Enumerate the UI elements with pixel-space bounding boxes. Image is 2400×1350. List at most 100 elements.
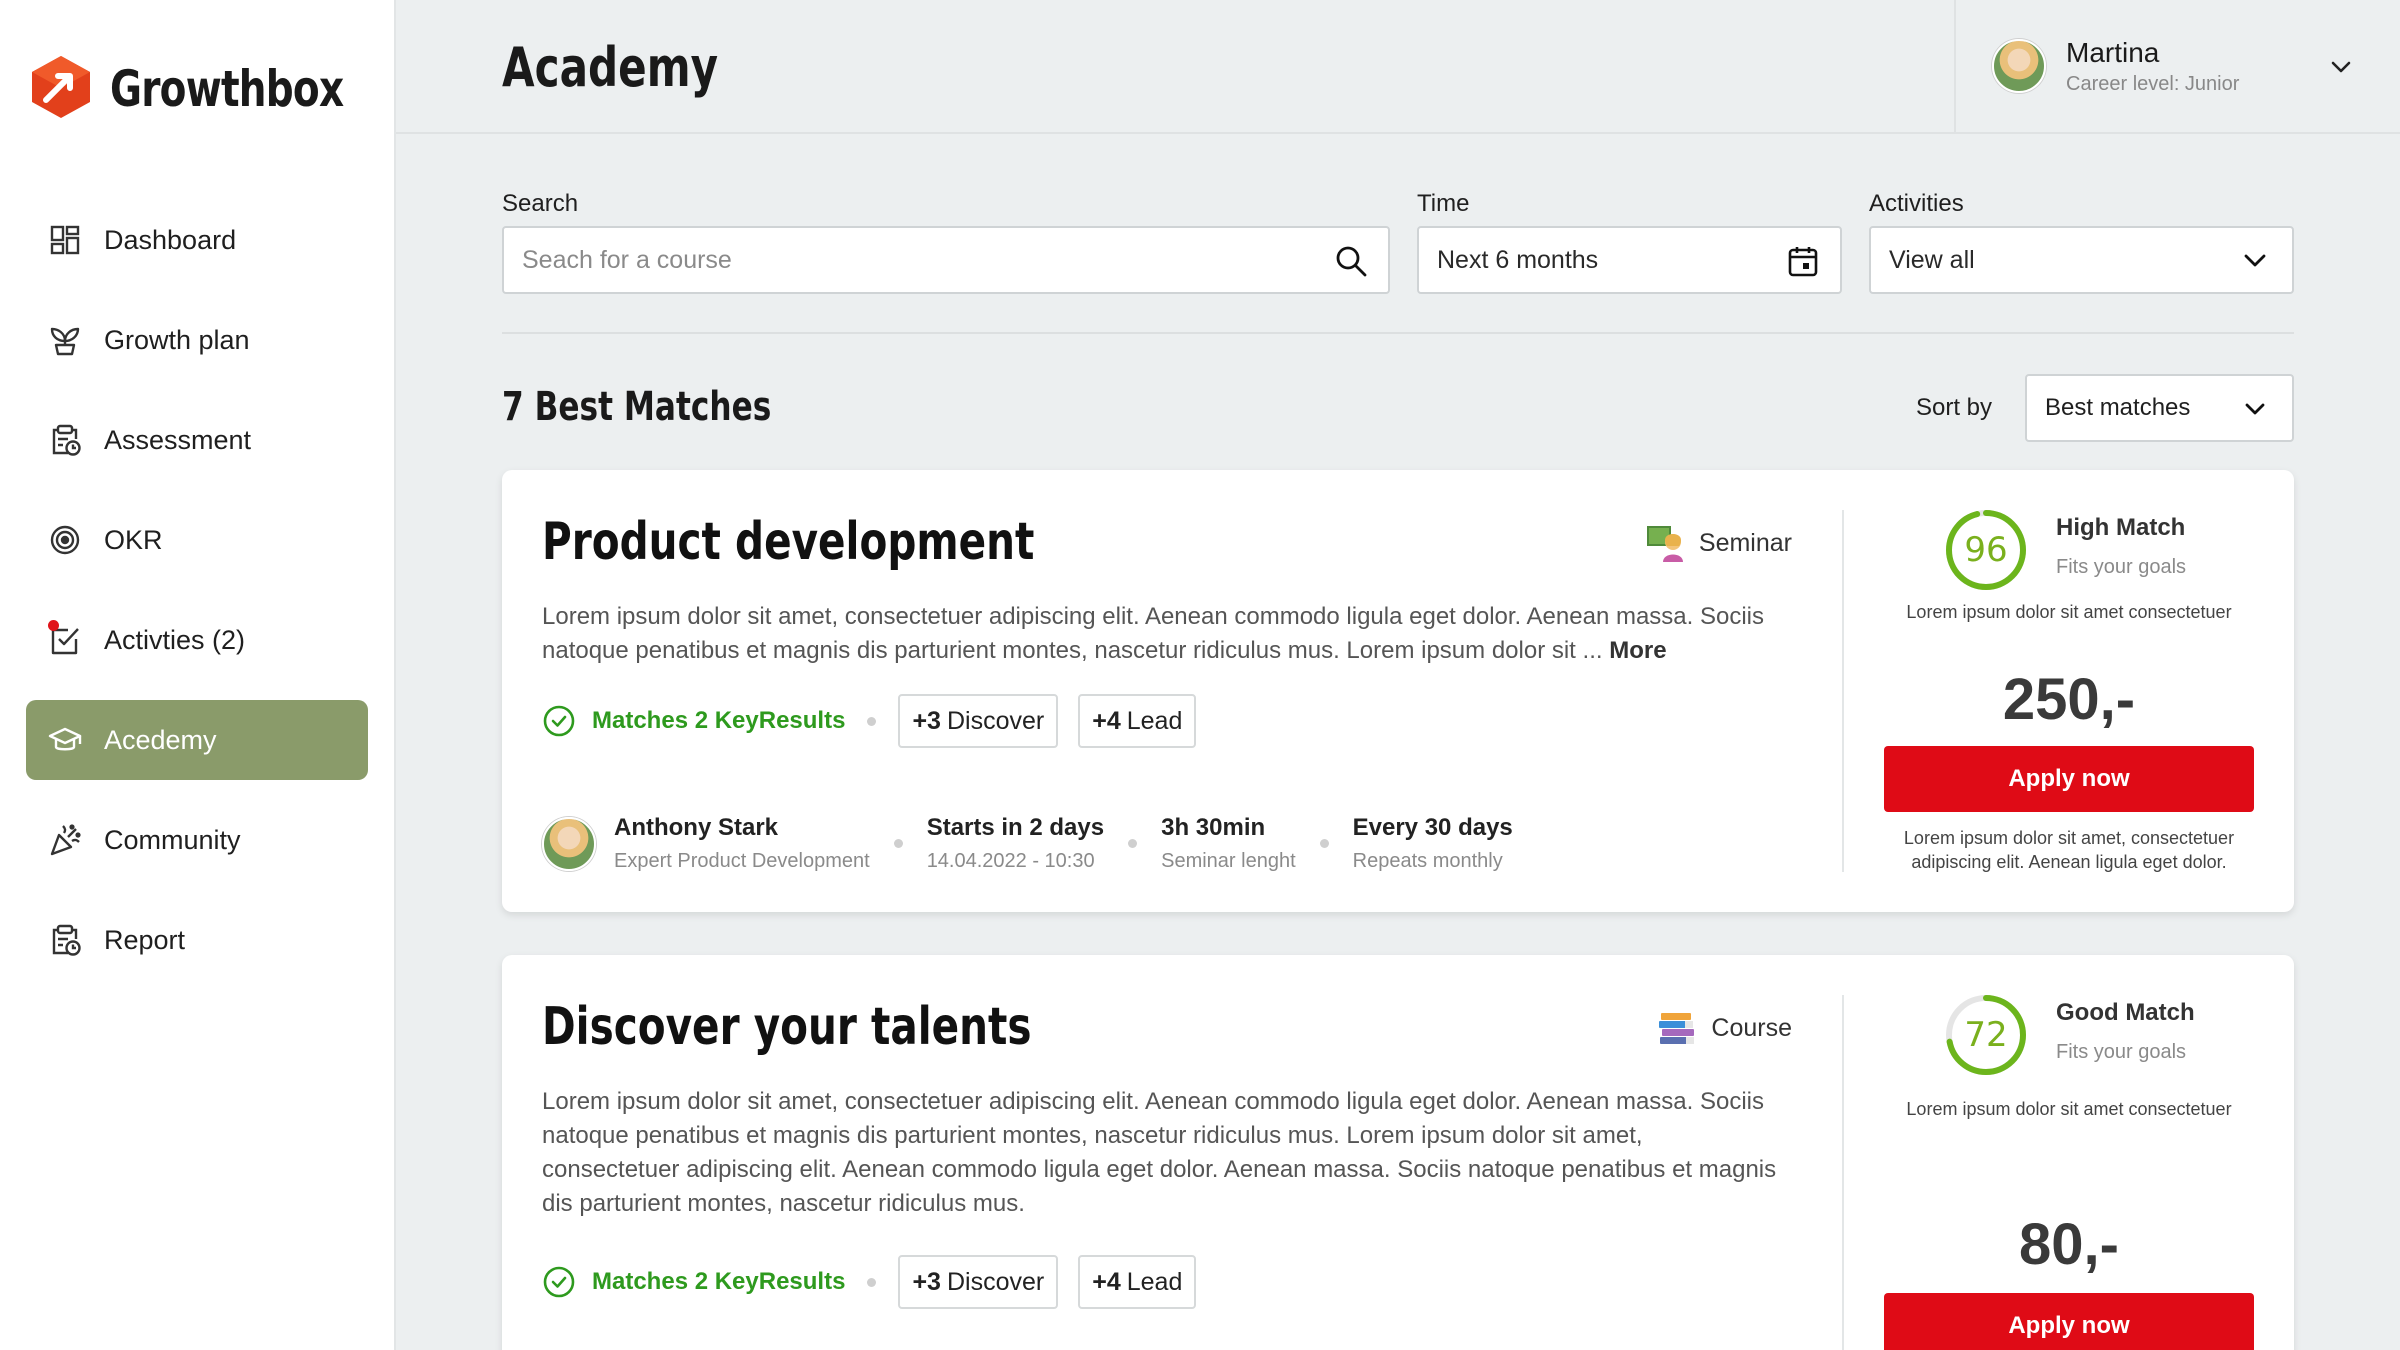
sprout-icon xyxy=(48,323,82,357)
sidebar-item-activities[interactable]: Activties (2) xyxy=(26,600,368,680)
trainer-name: Anthony Stark xyxy=(614,814,779,841)
separator-dot xyxy=(867,1277,877,1287)
course-type: Seminar xyxy=(1645,522,1792,564)
side-note: Lorem ipsum dolor sit amet consectetuer xyxy=(1906,602,2232,622)
user-career-level: Career level: Junior xyxy=(2066,72,2240,95)
course-card[interactable]: Discover your talents Course Lorem ipsum… xyxy=(502,955,2294,1350)
separator-dot xyxy=(1319,839,1329,848)
start-title: Starts in 2 days xyxy=(926,814,1105,841)
repeat-sub: Repeats monthly xyxy=(1352,850,1503,872)
keyresults-match: Matches 2 KeyResults xyxy=(542,1265,845,1299)
keyresults-match: Matches 2 KeyResults xyxy=(542,704,845,738)
match-score: 96 xyxy=(1944,508,2028,592)
trainer-info: Anthony Stark Expert Product Development xyxy=(614,814,870,873)
logo[interactable]: Growthbox xyxy=(30,52,344,122)
sidebar-item-label: Community xyxy=(104,824,241,855)
tag-chip[interactable]: +4 Lead xyxy=(1078,1255,1197,1309)
match-sub: Fits your goals xyxy=(2056,1041,2187,1063)
growthbox-logo-icon xyxy=(32,56,90,118)
keyresults-label: Matches 2 KeyResults xyxy=(592,707,846,734)
chip-label: Lead xyxy=(1126,706,1183,735)
start-info: Starts in 2 days 14.04.2022 - 10:30 xyxy=(927,814,1104,873)
sort-select[interactable]: Best matches xyxy=(2025,374,2294,442)
app-name: Growthbox xyxy=(110,60,344,118)
chip-label: Discover xyxy=(946,706,1045,735)
chevron-down-icon[interactable] xyxy=(2326,52,2356,82)
apply-now-button[interactable]: Apply now xyxy=(1884,1293,2254,1350)
price: 80,- xyxy=(2019,1212,2119,1277)
search-input[interactable]: Seach for a course xyxy=(502,226,1390,294)
graduation-cap-icon xyxy=(48,723,82,757)
sidebar-item-community[interactable]: Community xyxy=(26,800,368,880)
activities-select[interactable]: View all xyxy=(1869,226,2294,294)
course-card[interactable]: Product development Seminar Lorem ipsum … xyxy=(502,470,2294,912)
chip-count: +4 xyxy=(1092,706,1121,735)
footnote-line-2: adipiscing elit. Aenean ligula eget dolo… xyxy=(1911,852,2227,872)
start-date: 14.04.2022 - 10:30 xyxy=(926,850,1095,872)
tag-chip[interactable]: +4 Lead xyxy=(1078,694,1197,748)
sidebar-item-growth-plan[interactable]: Growth plan xyxy=(26,300,368,380)
dashboard-icon xyxy=(48,223,82,257)
sidebar-item-dashboard[interactable]: Dashboard xyxy=(26,200,368,280)
repeat-info: Every 30 days Repeats monthly xyxy=(1353,814,1513,873)
clipboard-clock-icon xyxy=(48,423,82,457)
activities-label: Activities xyxy=(1869,190,1964,217)
chevron-down-icon xyxy=(2245,403,2265,415)
tag-chip[interactable]: +3 Discover xyxy=(898,694,1059,748)
sidebar-item-assessment[interactable]: Assessment xyxy=(26,400,368,480)
divider xyxy=(502,332,2294,334)
course-description: Lorem ipsum dolor sit amet, consectetuer… xyxy=(542,1088,1777,1217)
sidebar-item-label: OKR xyxy=(104,524,163,555)
sidebar-item-academy[interactable]: Acedemy xyxy=(26,700,368,780)
length-title: 3h 30min xyxy=(1161,814,1266,841)
sidebar-item-label: Dashboard xyxy=(104,224,237,255)
filters: Search Seach for a course Time Next 6 mo… xyxy=(502,190,2294,294)
match-sub: Fits your goals xyxy=(2056,556,2187,578)
trainer-role: Expert Product Development xyxy=(614,850,870,872)
tags-row: Matches 2 KeyResults +3 Discover +4 Lead xyxy=(542,1255,1216,1309)
chip-label: Lead xyxy=(1126,1267,1183,1296)
sort-value: Best matches xyxy=(2045,394,2191,421)
course-meta: Anthony Stark Expert Product Development… xyxy=(542,814,1513,873)
tags-row: Matches 2 KeyResults +3 Discover +4 Lead xyxy=(542,694,1216,748)
keyresults-label: Matches 2 KeyResults xyxy=(592,1268,846,1295)
sidebar-nav: Dashboard Growth plan Assessment OKR Act… xyxy=(26,200,368,1000)
tag-chip[interactable]: +3 Discover xyxy=(898,1255,1059,1309)
time-label: Time xyxy=(1417,190,1470,217)
score-value: 96 xyxy=(1964,530,2008,570)
time-select[interactable]: Next 6 months xyxy=(1417,226,1842,294)
sidebar-item-label: Assessment xyxy=(104,424,252,455)
sidebar-item-report[interactable]: Report xyxy=(26,900,368,980)
results-title: 7 Best Matches xyxy=(502,384,772,430)
user-menu[interactable]: Martina Career level: Junior xyxy=(1954,0,2400,132)
chip-count: +4 xyxy=(1092,1267,1121,1296)
search-icon[interactable] xyxy=(1334,244,1368,278)
course-side-panel: 72 Good Match Fits your goals Lorem ipsu… xyxy=(1844,955,2294,1350)
course-title: Discover your talents xyxy=(542,997,1032,1057)
course-type: Course xyxy=(1657,1007,1792,1049)
check-circle-icon xyxy=(543,705,575,737)
time-value: Next 6 months xyxy=(1437,245,1599,274)
apply-now-button[interactable]: Apply now xyxy=(1884,746,2254,812)
sidebar: Growthbox Dashboard Growth plan Assessme… xyxy=(0,0,396,1350)
course-description-text: Lorem ipsum dolor sit amet, consectetuer… xyxy=(542,603,1765,664)
more-link[interactable]: More xyxy=(1609,637,1666,664)
page-title: Academy xyxy=(502,36,719,99)
sidebar-item-label: Acedemy xyxy=(104,724,217,755)
course-type-label: Course xyxy=(1711,1013,1792,1042)
course-side-panel: 96 High Match Fits your goals Lorem ipsu… xyxy=(1844,470,2294,912)
chevron-down-icon xyxy=(2244,254,2266,267)
search-placeholder: Seach for a course xyxy=(522,245,732,274)
sidebar-item-okr[interactable]: OKR xyxy=(26,500,368,580)
sidebar-item-label: Report xyxy=(104,924,186,955)
books-icon xyxy=(1659,1013,1695,1044)
check-circle-icon xyxy=(543,1266,575,1298)
separator-dot xyxy=(893,839,903,848)
party-icon xyxy=(48,823,82,857)
score-value: 72 xyxy=(1964,1015,2008,1055)
match-label: High Match xyxy=(2056,514,2186,541)
notification-dot xyxy=(48,620,59,631)
price: 250,- xyxy=(2002,667,2136,732)
match-score: 72 xyxy=(1944,993,2028,1077)
avatar xyxy=(1992,39,2046,93)
